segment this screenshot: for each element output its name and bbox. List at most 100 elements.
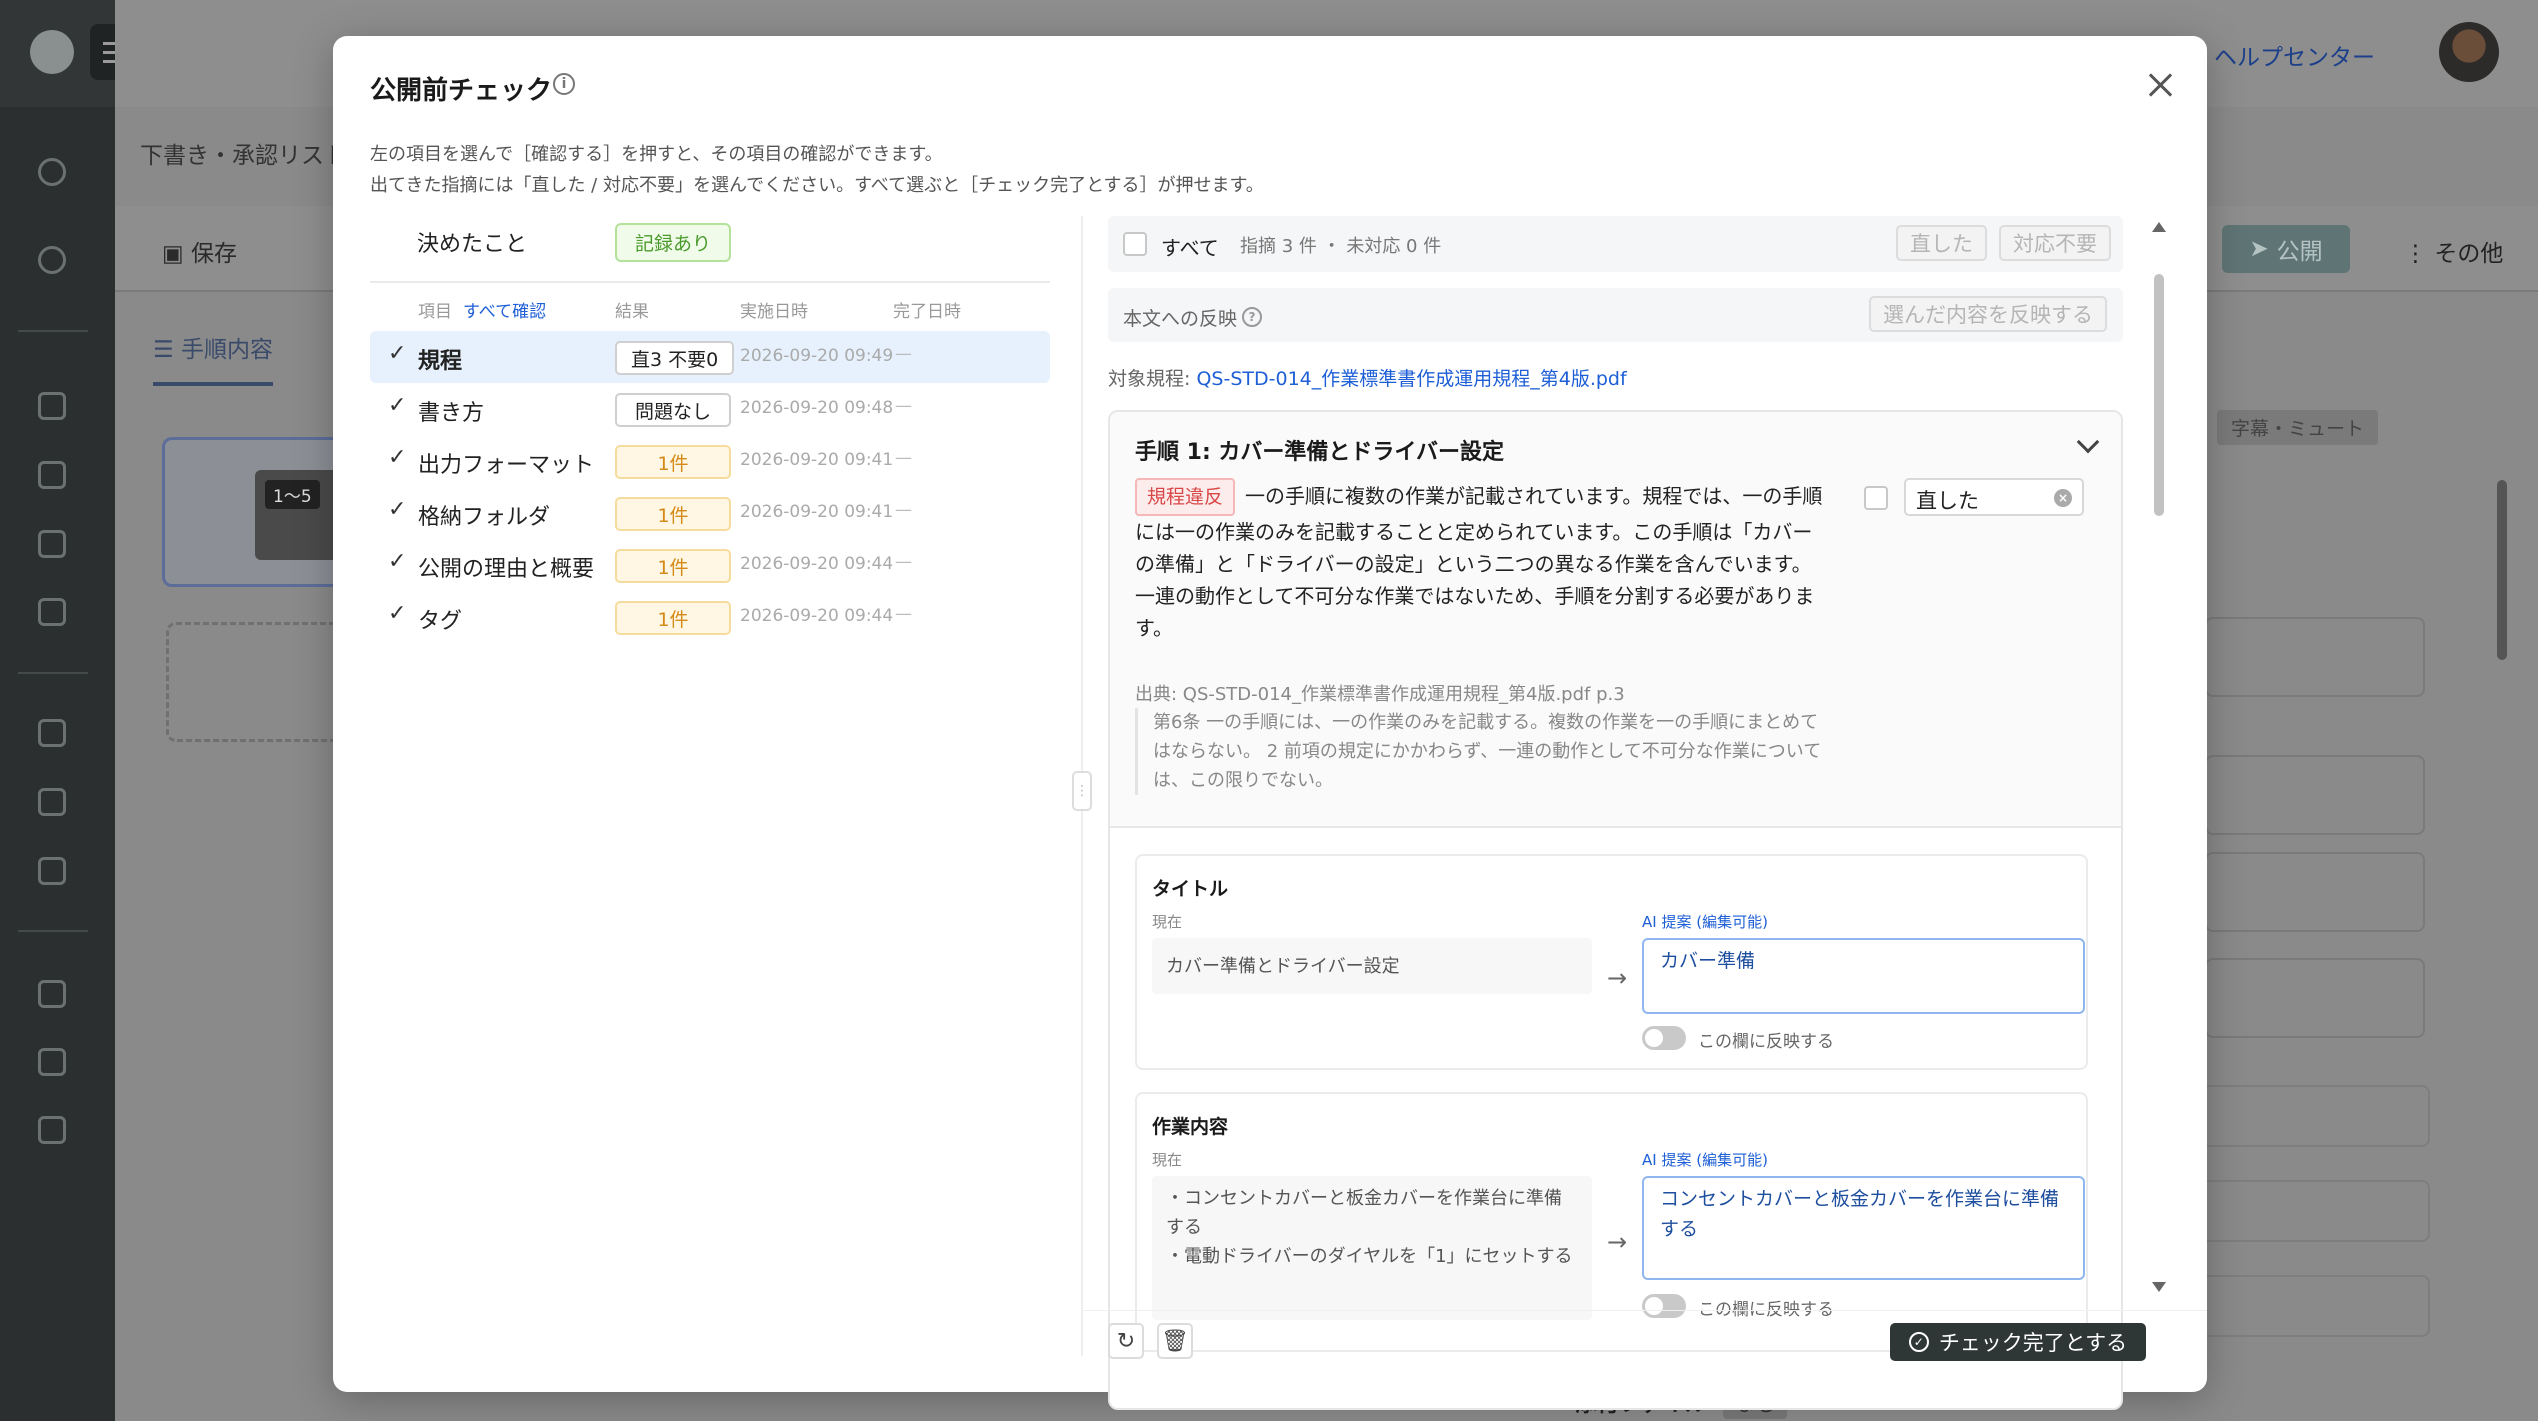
modal-title: 公開前チェック xyxy=(370,76,553,106)
tab-steps[interactable]: ☰ 手順内容 xyxy=(153,330,273,386)
resize-handle-icon[interactable]: ⋮ xyxy=(1072,771,1092,811)
sidebar-divider xyxy=(18,930,88,932)
kebab-icon: ⋮ xyxy=(2404,241,2435,267)
select-all-checkbox[interactable] xyxy=(1123,232,1147,256)
check-row-storage-folder[interactable]: ✓ 格納フォルダ 1件 2026-09-20 09:41 — xyxy=(370,487,1050,539)
check-row-writing[interactable]: ✓ 書き方 問題なし 2026-09-20 09:48 — xyxy=(370,383,1050,435)
mark-unneeded-button[interactable]: 対応不要 xyxy=(1999,225,2111,261)
lightbulb-icon[interactable] xyxy=(38,246,66,274)
save-icon: ▣ xyxy=(162,241,192,267)
field-title-box: タイトル 現在 AI 提案 (編集可能) カバー準備とドライバー設定 → カバー… xyxy=(1135,854,2088,1070)
delete-button[interactable]: 🗑 xyxy=(1157,1323,1193,1359)
help-icon[interactable]: ? xyxy=(1242,307,1262,327)
regulation-quote: 第6条 一の手順には、一の作業のみを記載する。複数の作業を一の手順にまとめてはな… xyxy=(1135,708,1825,795)
image-icon[interactable] xyxy=(38,461,66,489)
field-title: タイトル xyxy=(1152,878,1229,900)
decided-badge[interactable]: 記録あり xyxy=(615,223,732,262)
breadcrumb[interactable]: 下書き・承認リスト xyxy=(140,136,347,170)
col-head-completed: 完了日時 xyxy=(893,302,961,322)
row-date: 2026-09-20 09:41 xyxy=(740,450,894,470)
publish-button[interactable]: ➤ 公開 xyxy=(2222,225,2350,273)
row-name: 出力フォーマット xyxy=(418,453,595,478)
clear-icon[interactable]: × xyxy=(2054,489,2072,507)
document-icon[interactable] xyxy=(38,392,66,420)
step-range-badge: 1～5 xyxy=(265,480,320,509)
ai-suggestion-input[interactable]: コンセントカバーと板金カバーを作業台に準備する xyxy=(1642,1176,2085,1280)
check-icon: ✓ xyxy=(388,445,407,470)
step-card[interactable]: 1～5 xyxy=(162,437,345,587)
send-icon: ➤ xyxy=(2249,236,2269,262)
complete-check-button[interactable]: ✓ チェック完了とする xyxy=(1890,1323,2146,1361)
row-name: 規程 xyxy=(418,349,463,374)
row-result: 問題なし xyxy=(615,393,731,427)
sidebar-divider xyxy=(18,672,88,674)
avatar[interactable] xyxy=(2439,22,2499,82)
scroll-up-icon[interactable] xyxy=(2152,222,2166,232)
scrollbar-thumb[interactable] xyxy=(2154,274,2164,516)
save-button[interactable]: ▣ 保存 xyxy=(162,234,237,268)
rocket-icon[interactable] xyxy=(38,857,66,885)
more-menu-button[interactable]: ⋮ その他 xyxy=(2404,234,2503,268)
check-row-regulation[interactable]: ✓ 規程 直3 不要0 2026-09-20 09:49 — xyxy=(370,331,1050,383)
row-name: 格納フォルダ xyxy=(418,505,551,530)
bg-scrollbar[interactable] xyxy=(2497,480,2507,660)
check-row-output-format[interactable]: ✓ 出力フォーマット 1件 2026-09-20 09:41 — xyxy=(370,435,1050,487)
check-circle-icon: ✓ xyxy=(1908,1332,1929,1352)
users-icon[interactable] xyxy=(38,980,66,1008)
check-icon: ✓ xyxy=(388,497,407,522)
resolution-value: 直した xyxy=(1916,489,1979,513)
alarm-icon[interactable] xyxy=(38,1048,66,1076)
row-completed: — xyxy=(895,396,912,416)
info-icon[interactable]: i xyxy=(553,73,575,95)
target-regulation: 対象規程: QS-STD-014_作業標準書作成運用規程_第4版.pdf xyxy=(1108,364,1627,391)
current-label: 現在 xyxy=(1152,913,1183,931)
ai-suggestion-input[interactable]: カバー準備 xyxy=(1642,938,2085,1014)
target-regulation-link[interactable]: QS-STD-014_作業標準書作成運用規程_第4版.pdf xyxy=(1196,368,1626,390)
sidebar-divider xyxy=(18,330,88,332)
issue-description: 規程違反 一の手順に複数の作業が記載されています。規程では、一の手順には一の作業の… xyxy=(1135,478,1825,644)
reflect-toggle[interactable] xyxy=(1642,1294,1686,1318)
row-name: 書き方 xyxy=(418,401,485,426)
row-result: 1件 xyxy=(615,601,731,635)
flask-icon[interactable] xyxy=(38,598,66,626)
confirm-all-link[interactable]: すべて確認 xyxy=(463,297,546,322)
reflect-selected-button[interactable]: 選んだ内容を反映する xyxy=(1869,296,2107,332)
row-date: 2026-09-20 09:44 xyxy=(740,606,894,626)
book-icon[interactable] xyxy=(38,530,66,558)
check-row-publish-reason[interactable]: ✓ 公開の理由と概要 1件 2026-09-20 09:44 — xyxy=(370,539,1050,591)
app-logo xyxy=(30,30,74,74)
resolution-select[interactable]: 直した × xyxy=(1904,478,2084,516)
scroll-down-icon[interactable] xyxy=(2152,1282,2166,1292)
row-date: 2026-09-20 09:41 xyxy=(740,502,894,522)
refresh-icon: ↻ xyxy=(1116,1328,1136,1354)
board-icon[interactable] xyxy=(38,719,66,747)
row-completed: — xyxy=(895,500,912,520)
tab-steps-label: 手順内容 xyxy=(180,337,273,363)
check-icon: ✓ xyxy=(388,341,407,366)
check-row-tags[interactable]: ✓ タグ 1件 2026-09-20 09:44 — xyxy=(370,591,1050,643)
help-center-link[interactable]: ヘルプセンター xyxy=(2214,38,2375,72)
shield-icon[interactable] xyxy=(38,1116,66,1144)
row-name: 公開の理由と概要 xyxy=(418,557,595,582)
chart-icon[interactable] xyxy=(38,788,66,816)
select-all-label: すべて xyxy=(1161,236,1219,260)
issue-checkbox[interactable] xyxy=(1864,486,1888,510)
ai-suggestion-label: AI 提案 (編集可能) xyxy=(1642,1151,1768,1169)
row-result: 1件 xyxy=(615,497,731,531)
mark-fixed-button[interactable]: 直した xyxy=(1896,225,1987,261)
row-result: 1件 xyxy=(615,549,731,583)
field-work-box: 作業内容 現在 AI 提案 (編集可能) ・コンセントカバーと板金カバーを作業台… xyxy=(1135,1092,2088,1352)
publish-label: 公開 xyxy=(2276,239,2323,265)
bg-panel-3 xyxy=(2205,852,2425,932)
add-icon[interactable] xyxy=(38,158,66,186)
add-step-placeholder[interactable] xyxy=(166,622,346,742)
complete-check-label: チェック完了とする xyxy=(1938,1331,2128,1355)
col-head-date: 実施日時 xyxy=(740,302,808,322)
chevron-down-icon[interactable] xyxy=(2076,430,2100,454)
subtitle-mute-badge[interactable]: 字幕・ミュート xyxy=(2217,410,2379,445)
close-icon[interactable] xyxy=(2145,70,2175,100)
reflect-toggle[interactable] xyxy=(1642,1026,1686,1050)
refresh-button[interactable]: ↻ xyxy=(1108,1323,1144,1359)
more-label: その他 xyxy=(2434,241,2504,267)
trash-icon: 🗑 xyxy=(1161,1328,1189,1354)
